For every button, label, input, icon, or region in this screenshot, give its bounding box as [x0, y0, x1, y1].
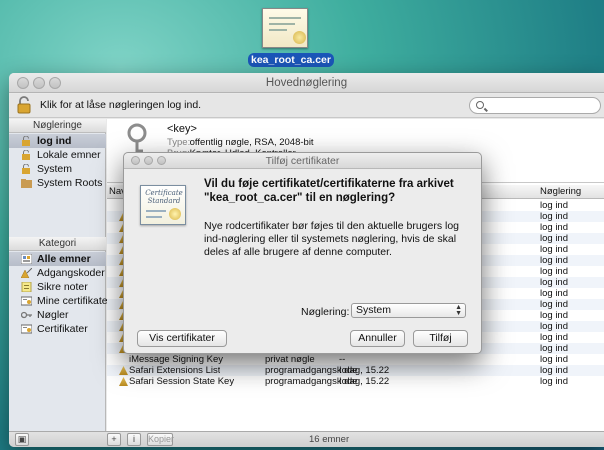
- password-icon: [21, 268, 32, 278]
- row-keychain: log ind: [540, 321, 568, 332]
- toolbar: Klik for at låse nøgleringen log ind.: [9, 94, 604, 118]
- sidebar-item-label: System Roots: [37, 177, 103, 189]
- row-date: I dag, 15.22: [339, 365, 390, 376]
- category-item-label: Alle emner: [37, 253, 91, 265]
- row-keychain: log ind: [540, 288, 568, 299]
- table-row[interactable]: Safari Session State Key programadgangsk…: [107, 376, 604, 387]
- dialog-titlebar: Tilføj certifikater: [124, 153, 481, 169]
- category-item-mine-certifikater[interactable]: Mine certifikater: [9, 294, 111, 308]
- sidebar-item-label: Lokale emner: [37, 149, 101, 161]
- row-keychain: log ind: [540, 354, 568, 365]
- window-titlebar: Hovednøglering: [9, 73, 604, 93]
- sidebar-item-label: System: [37, 163, 73, 175]
- row-keychain: log ind: [540, 222, 568, 233]
- keychain-select-value: System: [356, 304, 392, 316]
- category-header: Kategori: [9, 237, 106, 251]
- lock-icon[interactable]: [17, 96, 33, 114]
- row-keychain: log ind: [540, 255, 568, 266]
- row-name: Safari Session State Key: [129, 376, 235, 387]
- category-item-alle-emner[interactable]: Alle emner: [9, 252, 106, 266]
- category-item-noegler[interactable]: Nøgler: [9, 308, 106, 322]
- search-icon: [476, 101, 484, 109]
- keychains-header: Nøgleringe: [9, 119, 106, 133]
- table-row[interactable]: Safari Extensions List programadgangskod…: [107, 365, 604, 376]
- row-keychain: log ind: [540, 343, 568, 354]
- sidebar-item-lokale-emner[interactable]: Lokale emner: [9, 148, 106, 162]
- category-item-sikre-noter[interactable]: Sikre noter: [9, 280, 106, 294]
- row-kind: privat nøgle: [265, 354, 315, 365]
- add-certificates-dialog: Tilføj certifikater Certificate Standard…: [123, 152, 482, 354]
- lock-icon: [22, 150, 30, 160]
- statusbar: ▣ + i Kopier 16 emner: [9, 431, 604, 447]
- certificate-icon-text: Certificate Standard: [145, 189, 183, 205]
- updown-arrows-icon: ▲ ▼: [455, 304, 462, 317]
- dialog-title: Tilføj certifikater: [265, 155, 340, 167]
- row-date: I dag, 15.22: [339, 376, 390, 387]
- lock-icon: [22, 164, 30, 174]
- copy-button[interactable]: Kopier: [147, 433, 174, 446]
- column-header-keychain[interactable]: Nøglering: [540, 186, 581, 197]
- row-name: iMessage Signing Key: [129, 354, 223, 365]
- keychain-select[interactable]: System ▲ ▼: [351, 303, 466, 318]
- category-item-label: Certifikater: [37, 323, 88, 335]
- detail-type-value: offentlig nøgle, RSA, 2048-bit: [189, 137, 314, 148]
- lock-label: Klik for at låse nøgleringen log ind.: [40, 99, 202, 111]
- table-row[interactable]: iMessage Signing Key privat nøgle -- log…: [107, 354, 604, 365]
- row-date: --: [339, 354, 346, 365]
- row-keychain: log ind: [540, 376, 568, 387]
- category-item-label: Mine certifikater: [37, 295, 112, 307]
- certificate-icon: Certificate Standard: [140, 185, 186, 225]
- certificate-icon: [21, 296, 32, 306]
- row-keychain: log ind: [540, 211, 568, 222]
- sidebar: Nøgleringe log ind Lokale emner System S…: [9, 119, 111, 431]
- sidebar-item-system[interactable]: System: [9, 162, 106, 176]
- detail-title: <key>: [167, 123, 197, 135]
- row-keychain: log ind: [540, 233, 568, 244]
- password-icon: [119, 377, 128, 386]
- row-keychain: log ind: [540, 332, 568, 343]
- dialog-question: Vil du føje certifikatet/certifikaterne …: [204, 178, 454, 204]
- add-button[interactable]: Tilføj: [413, 330, 468, 347]
- keychain-select-label: Nøglering:: [301, 306, 350, 318]
- add-item-button[interactable]: +: [107, 433, 121, 446]
- row-keychain: log ind: [540, 277, 568, 288]
- category-item-adgangskoder[interactable]: Adgangskoder: [9, 266, 106, 280]
- password-icon: [119, 366, 128, 375]
- all-items-icon: [21, 254, 32, 264]
- folder-icon: [21, 179, 32, 188]
- sidebar-item-label: log ind: [37, 135, 72, 147]
- cancel-button[interactable]: Annuller: [350, 330, 405, 347]
- detail-type-row: Type: offentlig nøgle, RSA, 2048-bit: [167, 137, 314, 148]
- row-keychain: log ind: [540, 365, 568, 376]
- desktop-file-icon[interactable]: kea_root_ca.cer: [248, 5, 334, 67]
- category-item-label: Sikre noter: [37, 281, 88, 293]
- lock-icon: [22, 136, 30, 146]
- row-keychain: log ind: [540, 200, 568, 211]
- sidebar-item-log-ind[interactable]: log ind: [9, 134, 106, 148]
- row-keychain: log ind: [540, 310, 568, 321]
- row-keychain: log ind: [540, 299, 568, 310]
- toggle-sidebar-button[interactable]: ▣: [15, 433, 29, 446]
- category-item-label: Nøgler: [37, 309, 69, 321]
- window-title: Hovednøglering: [265, 77, 348, 89]
- category-item-label: Adgangskoder: [37, 267, 105, 279]
- category-item-certifikater[interactable]: Certifikater: [9, 322, 106, 336]
- row-name: Safari Extensions List: [129, 365, 221, 376]
- info-button[interactable]: i: [127, 433, 141, 446]
- certificate-icon: [21, 324, 32, 334]
- sidebar-item-system-roots[interactable]: System Roots: [9, 176, 106, 190]
- view-certificates-button[interactable]: Vis certifikater: [137, 330, 227, 347]
- note-icon: [21, 282, 32, 292]
- certificate-file-icon: [262, 8, 308, 48]
- detail-type-label: Type:: [167, 137, 191, 148]
- row-keychain: log ind: [540, 244, 568, 255]
- desktop-file-name: kea_root_ca.cer: [248, 53, 334, 67]
- dialog-body: Nye rodcertifikater bør føjes til den ak…: [204, 220, 460, 258]
- row-keychain: log ind: [540, 266, 568, 277]
- key-icon: [21, 311, 32, 319]
- search-input[interactable]: [469, 97, 601, 114]
- item-count: 16 emner: [309, 434, 350, 445]
